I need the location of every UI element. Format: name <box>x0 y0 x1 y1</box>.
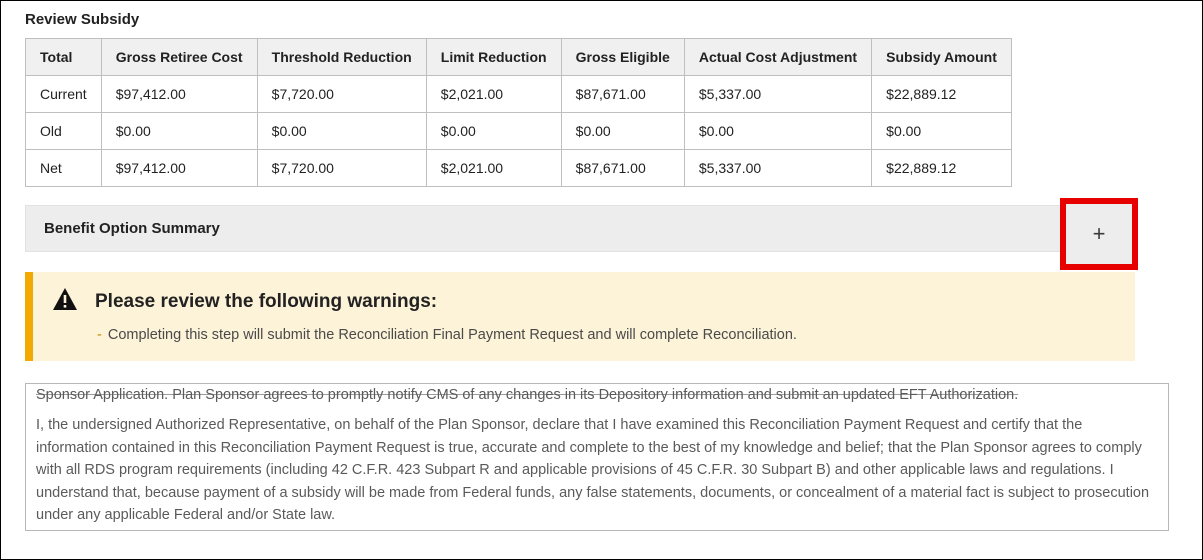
warning-icon <box>53 288 77 315</box>
table-row: Current $97,412.00 $7,720.00 $2,021.00 $… <box>26 76 1012 113</box>
cell: $2,021.00 <box>426 150 561 187</box>
warning-title: Please review the following warnings: <box>95 291 437 313</box>
cell: $0.00 <box>426 113 561 150</box>
cell: $0.00 <box>561 113 684 150</box>
row-label: Net <box>26 150 102 187</box>
benefit-option-summary-label: Benefit Option Summary <box>44 220 220 237</box>
cell: $0.00 <box>257 113 426 150</box>
review-subsidy-table: Total Gross Retiree Cost Threshold Reduc… <box>25 38 1012 187</box>
th-total: Total <box>26 39 102 76</box>
plus-icon: + <box>1093 223 1106 245</box>
th-limit-reduction: Limit Reduction <box>426 39 561 76</box>
cell: $87,671.00 <box>561 76 684 113</box>
review-subsidy-title: Review Subsidy <box>25 11 1178 28</box>
cell: $0.00 <box>872 113 1012 150</box>
warning-item: -Completing this step will submit the Re… <box>97 327 1115 343</box>
certification-text-panel[interactable]: Sponsor Application. Plan Sponsor agrees… <box>25 383 1169 531</box>
th-subsidy-amount: Subsidy Amount <box>872 39 1012 76</box>
benefit-option-summary-bar[interactable]: Benefit Option Summary <box>25 205 1130 252</box>
cell: $5,337.00 <box>684 76 871 113</box>
th-threshold-reduction: Threshold Reduction <box>257 39 426 76</box>
certification-body: I, the undersigned Authorized Representa… <box>36 414 1154 526</box>
th-gross-eligible: Gross Eligible <box>561 39 684 76</box>
cell: $2,021.00 <box>426 76 561 113</box>
cell: $22,889.12 <box>872 76 1012 113</box>
cell: $97,412.00 <box>101 76 257 113</box>
cell: $97,412.00 <box>101 150 257 187</box>
row-label: Current <box>26 76 102 113</box>
row-label: Old <box>26 113 102 150</box>
th-gross-retiree-cost: Gross Retiree Cost <box>101 39 257 76</box>
cell: $5,337.00 <box>684 150 871 187</box>
expand-benefit-option-button[interactable]: + <box>1060 198 1138 270</box>
cell: $0.00 <box>101 113 257 150</box>
table-row: Old $0.00 $0.00 $0.00 $0.00 $0.00 $0.00 <box>26 113 1012 150</box>
th-actual-cost-adjustment: Actual Cost Adjustment <box>684 39 871 76</box>
cell: $7,720.00 <box>257 150 426 187</box>
cell: $7,720.00 <box>257 76 426 113</box>
cell: $22,889.12 <box>872 150 1012 187</box>
cell: $87,671.00 <box>561 150 684 187</box>
certification-prior-line: Sponsor Application. Plan Sponsor agrees… <box>36 384 1154 406</box>
warning-panel: Please review the following warnings: -C… <box>25 272 1135 361</box>
cell: $0.00 <box>684 113 871 150</box>
table-row: Net $97,412.00 $7,720.00 $2,021.00 $87,6… <box>26 150 1012 187</box>
